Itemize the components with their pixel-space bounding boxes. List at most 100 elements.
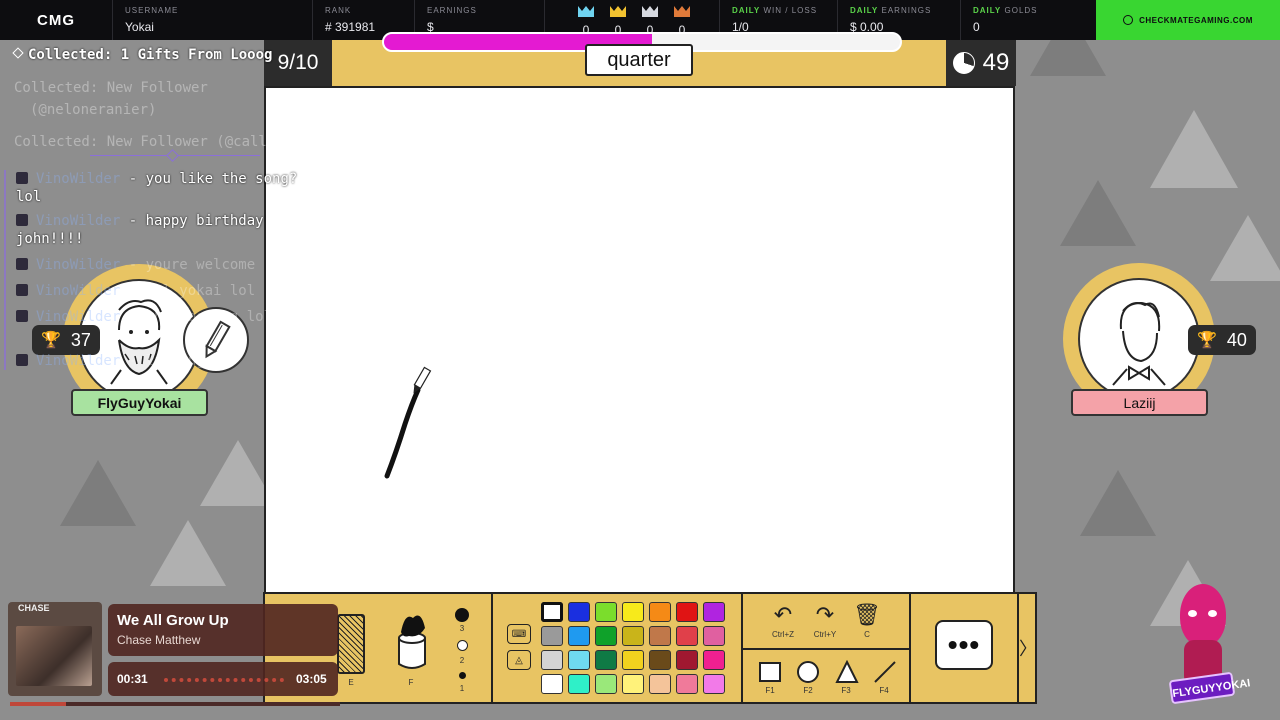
drawn-stroke xyxy=(384,387,421,479)
canvas-drawing xyxy=(384,366,432,479)
color-swatch[interactable] xyxy=(703,674,725,694)
drawing-canvas[interactable] xyxy=(264,86,1015,594)
mascot-eye xyxy=(1188,610,1197,617)
rectangle-shape-icon[interactable] xyxy=(759,662,781,682)
color-swatch[interactable] xyxy=(622,674,644,694)
triangle-shape-label: F3 xyxy=(841,686,851,695)
size-large[interactable] xyxy=(455,608,469,622)
user-badge-icon xyxy=(16,354,28,366)
color-swatch[interactable] xyxy=(622,602,644,622)
chat-toggle-button[interactable]: ••• xyxy=(935,620,993,670)
color-swatch[interactable] xyxy=(703,626,725,646)
keyboard-icon[interactable]: ⌨ xyxy=(507,624,531,644)
user-badge-icon xyxy=(16,310,28,322)
color-swatch[interactable] xyxy=(541,650,563,670)
color-swatch[interactable] xyxy=(595,650,617,670)
color-swatch[interactable] xyxy=(622,650,644,670)
avatar xyxy=(1078,278,1200,400)
username-value: Yokai xyxy=(125,20,154,34)
redo-icon[interactable]: ↷ xyxy=(805,602,845,628)
fill-bucket-tool[interactable] xyxy=(391,608,433,672)
rank-label: RANK xyxy=(325,6,352,15)
song-progress-fill xyxy=(10,702,67,706)
score-value: 40 xyxy=(1226,329,1247,350)
line-shape-icon[interactable] xyxy=(873,660,897,684)
player-name-right: Laziij xyxy=(1071,389,1208,416)
color-swatch[interactable] xyxy=(568,650,590,670)
checkmate-link[interactable]: CHECKMATEGAMING.COM xyxy=(1096,0,1280,40)
score-right: 🏆 40 xyxy=(1188,325,1256,355)
undo-label: Ctrl+Z xyxy=(772,630,794,639)
daily-earnings-label: DAILY EARNINGS xyxy=(850,6,932,15)
chat-accent-line xyxy=(4,170,6,370)
song-progress-bar xyxy=(10,702,340,706)
song-progress: 00:31 03:05 xyxy=(108,662,338,696)
progress-track xyxy=(164,678,284,682)
chat-follow-notice: Collected: New Follower xyxy=(14,80,208,96)
username-label: USERNAME xyxy=(125,6,179,15)
user-badge-icon xyxy=(16,284,28,296)
triangle-shape-icon[interactable] xyxy=(835,660,859,684)
chat-gift-notice: Collected: 1 Gifts From Looog xyxy=(12,47,272,63)
chat-message: VinoWilder - happy birthday john!!!! xyxy=(16,213,264,247)
circle-shape-label: F2 xyxy=(803,686,813,695)
user-badge-icon xyxy=(16,258,28,270)
circle-shape-icon[interactable] xyxy=(797,661,819,683)
chat-message: VinoWilder - laziing af xyxy=(16,352,316,370)
mascot-eye xyxy=(1208,610,1217,617)
player-name-left: FlyGuyYokai xyxy=(71,389,208,416)
color-swatch[interactable] xyxy=(703,602,725,622)
chat-follow-handle: (@neloneranier) xyxy=(30,102,157,118)
cmg-logo: CMG xyxy=(37,11,75,29)
color-swatch[interactable] xyxy=(676,602,698,622)
color-swatch[interactable] xyxy=(568,626,590,646)
globe-icon xyxy=(1123,15,1134,25)
color-swatch[interactable] xyxy=(541,626,563,646)
color-swatch[interactable] xyxy=(649,626,671,646)
speech-bubble-icon: ••• xyxy=(947,629,981,660)
color-swatch[interactable] xyxy=(649,602,671,622)
trophy-icon: 🏆 xyxy=(1197,332,1217,349)
color-swatch[interactable] xyxy=(595,626,617,646)
eyedropper-icon[interactable]: ◬ xyxy=(507,650,531,670)
undo-icon[interactable]: ↶ xyxy=(763,602,803,628)
color-swatch[interactable] xyxy=(703,650,725,670)
song-artist: Chase Matthew xyxy=(117,633,201,647)
color-swatch[interactable] xyxy=(595,674,617,694)
chat-message: VinoWilder - you like the song? lol xyxy=(16,171,298,205)
mascot-logo: FLYGUYYOKAI xyxy=(1168,671,1251,705)
streamer-mascot: FLYGUYYOKAI xyxy=(1168,580,1251,712)
trash-icon[interactable]: 🗑 xyxy=(847,602,887,628)
color-swatch[interactable] xyxy=(649,674,671,694)
stream-chat: Collected: 1 Gifts From Looog Collected:… xyxy=(0,40,330,380)
color-swatch[interactable] xyxy=(676,674,698,694)
size-medium[interactable] xyxy=(457,640,468,651)
total-time: 03:05 xyxy=(296,672,327,686)
chat-message: VinoWilder - oml yokai lol xyxy=(16,282,316,300)
collapse-chevron-icon[interactable]: 〉 xyxy=(1017,594,1037,702)
color-swatch[interactable] xyxy=(676,650,698,670)
line-shape-label: F4 xyxy=(879,686,889,695)
actions-section: ↶ Ctrl+Z ↷ Ctrl+Y 🗑 C F1 F2 F3 F4 xyxy=(743,594,911,702)
color-swatch[interactable] xyxy=(676,626,698,646)
chat-message: VinoWilder - this boring lol xyxy=(16,308,316,326)
album-photo xyxy=(16,626,92,686)
crown-icon xyxy=(674,6,690,17)
color-swatch[interactable] xyxy=(649,650,671,670)
color-swatch[interactable] xyxy=(568,602,590,622)
user-badge-icon xyxy=(16,172,28,184)
color-swatch[interactable] xyxy=(622,626,644,646)
rectangle-shape-label: F1 xyxy=(765,686,775,695)
earnings-label: EARNINGS xyxy=(427,6,477,15)
man-bowtie-icon xyxy=(1112,301,1166,386)
color-swatch[interactable] xyxy=(568,674,590,694)
clear-label: C xyxy=(864,630,870,639)
color-swatch[interactable] xyxy=(541,674,563,694)
size-small[interactable] xyxy=(459,672,466,679)
album-art-label: CHASE xyxy=(18,603,50,613)
paint-bucket-icon xyxy=(398,615,426,669)
song-title: We All Grow Up xyxy=(117,612,229,629)
color-swatch[interactable] xyxy=(595,602,617,622)
color-swatch[interactable] xyxy=(541,602,563,622)
song-info: We All Grow Up Chase Matthew xyxy=(108,604,338,656)
